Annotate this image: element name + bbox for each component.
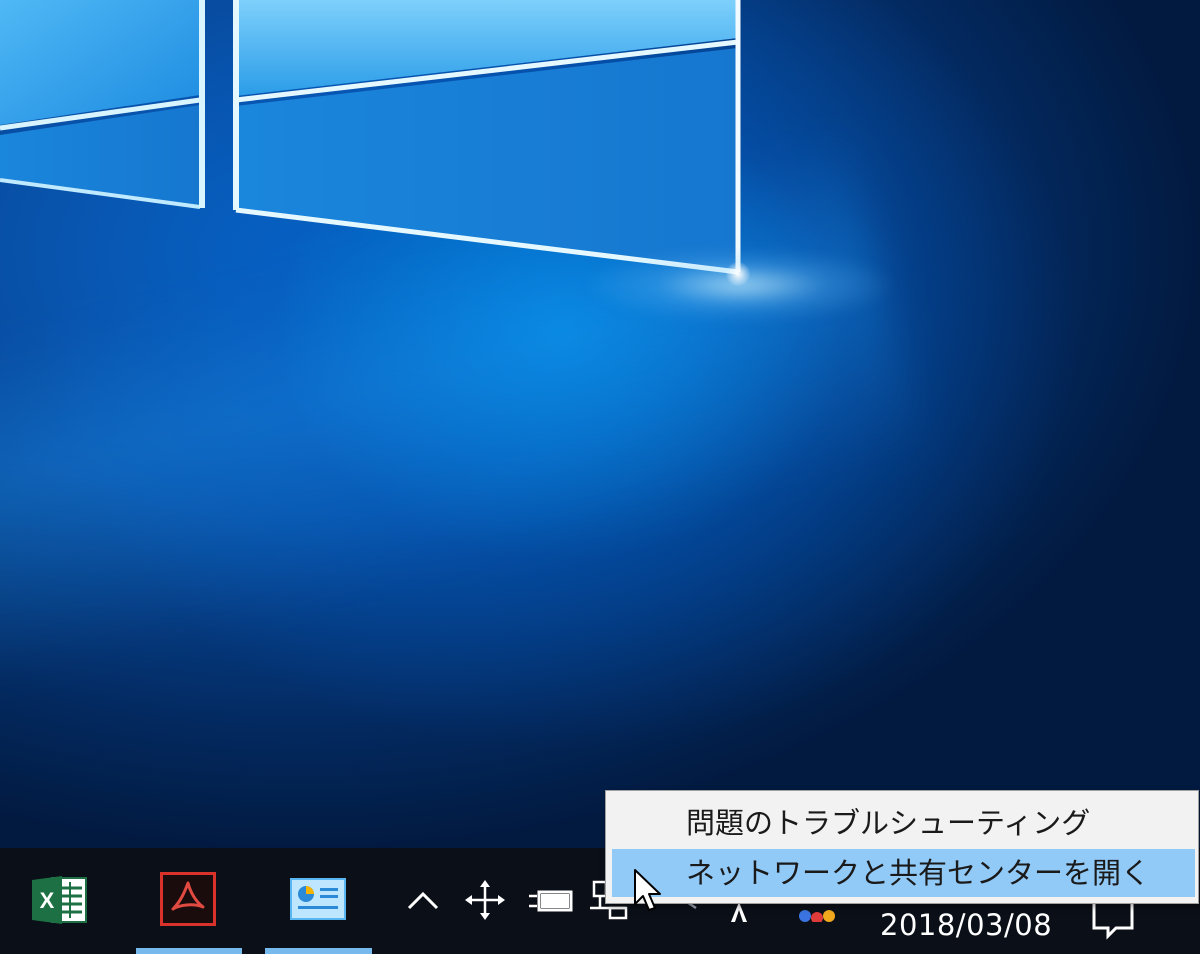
control-panel-icon — [290, 878, 346, 920]
running-indicator — [265, 948, 372, 954]
taskbar-app-excel[interactable]: X — [0, 848, 120, 954]
move-icon[interactable] — [465, 878, 505, 922]
menu-item-troubleshoot[interactable]: 問題のトラブルシューティング — [612, 799, 1195, 847]
chevron-up-icon[interactable] — [403, 878, 443, 922]
mouse-cursor-icon — [634, 869, 661, 911]
taskbar-app-control-panel[interactable] — [265, 848, 372, 954]
taskbar-app-acrobat[interactable] — [136, 848, 242, 954]
menu-item-open-network-sharing-center[interactable]: ネットワークと共有センターを開く — [612, 849, 1195, 897]
running-indicator — [136, 948, 242, 954]
network-context-menu: 問題のトラブルシューティング ネットワークと共有センターを開く — [605, 790, 1199, 904]
excel-icon: X — [32, 876, 87, 924]
acrobat-icon — [160, 872, 216, 926]
light-glint — [726, 262, 750, 286]
taskbar-clock-date[interactable]: 2018/03/08 — [880, 908, 1052, 942]
windows-logo-icon — [0, 0, 741, 275]
desktop-wallpaper — [0, 0, 1200, 848]
action-center-icon[interactable] — [1090, 900, 1136, 944]
power-plug-icon[interactable] — [527, 878, 575, 922]
svg-text:X: X — [40, 888, 55, 913]
